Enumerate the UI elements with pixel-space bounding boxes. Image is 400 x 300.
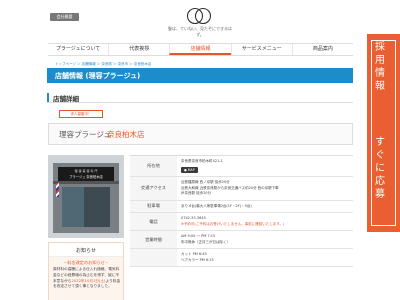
store-info-table: 所在地 奈良県奈良市柏木町421-1 ● MAP 交通アクセス 近鉄橿原線 西ノ… (130, 155, 353, 267)
address-text: 奈良県奈良市柏木町421-1 (181, 159, 223, 163)
nav-item-greeting[interactable]: 代表挨拶 (108, 44, 169, 55)
section-title: 店舗詳細 (53, 95, 79, 103)
table-row: カット PM 6:45 ヘアカラー PM 6:15 (130, 249, 353, 267)
hiring-badge[interactable]: 求人募集中！ (59, 110, 103, 118)
section-heading: 店舗詳細 (47, 93, 353, 103)
row-label-hours: 営業時間 (130, 231, 177, 248)
parking-text: あり 6台(最大八条駐車場2台(1F・2F)・5台) (181, 203, 252, 208)
row-value-lastorder: カット PM 6:45 ヘアカラー PM 6:15 (177, 249, 353, 266)
notice-box: お知らせ ・料金改定のお知らせ・ 原材料の高騰による仕入れ価格、電気料金などの経… (48, 242, 124, 300)
hours-line: 年中無休（正月三が日は除く） (181, 239, 230, 244)
store-sign-text: プラージュ 奈良柏木店 (69, 175, 103, 179)
nav-item-stores[interactable]: 店舗情報 (169, 44, 231, 55)
corporate-info-link[interactable]: 会社概要 (50, 13, 79, 21)
table-row: 駐車場 あり 6台(最大八条駐車場2台(1F・2F)・5台) (130, 200, 353, 213)
global-nav: プラージュについて 代表挨拶 店舗情報 サービスメニュー 商品案内 (48, 43, 353, 56)
table-row: 所在地 奈良県奈良市柏木町421-1 ● MAP (130, 156, 353, 177)
map-button-label: MAP (187, 167, 195, 172)
row-value-phone: 0742-33-3645 ※予約可(ご予約はお受けいたしません。事前に確認いたし… (177, 213, 353, 230)
awning (53, 181, 119, 184)
notice-title: ・料金改定のお知らせ・ (63, 260, 109, 265)
table-row: 営業時間 AM 9:00 ～ PM 7:15 年中無休（正月三が日は除く） (130, 231, 353, 249)
nav-item-about[interactable]: プラージュについて (48, 44, 108, 55)
shop-name-prefix: 理容プラージュ (59, 130, 111, 139)
store-photo: 理 容 美 容 専 門 プラージュ 奈良柏木店 (48, 155, 124, 238)
access-line: JR奈良駅 徒歩20分 (181, 191, 212, 195)
row-label-empty (130, 249, 177, 266)
row-label-address: 所在地 (130, 156, 177, 176)
row-label-parking: 駐車場 (130, 200, 177, 212)
notice-date: 2022年10月1日(土) (71, 278, 106, 283)
row-value-address: 奈良県奈良市柏木町421-1 ● MAP (177, 156, 353, 176)
notice-header: お知らせ (49, 243, 123, 257)
logo-tagline: 髪は、ていねい、見たぞにできるはず。 (168, 26, 232, 37)
store-window (62, 187, 84, 227)
section-accent-bar (47, 93, 49, 102)
brand-logo[interactable] (186, 6, 212, 26)
store-sign: 理 容 美 容 専 門 プラージュ 奈良柏木店 (58, 167, 114, 181)
table-row: 交通アクセス 近鉄橿原線 西ノ京駅 徒歩20分 近鉄大和線 近鉄奈良駅から奈良交… (130, 177, 353, 201)
store-sign-top: 理 容 美 容 専 門 (74, 169, 98, 173)
recruit-info-label[interactable]: 採用情報 (374, 41, 386, 93)
row-value-hours: AM 9:00 ～ PM 7:15 年中無休（正月三が日は除く） (177, 231, 353, 248)
barber-pole-icon (56, 183, 59, 197)
map-button[interactable]: ● MAP (181, 166, 198, 173)
notice-body: 原材料の高騰による仕入れ価格、電気料金などの経費増の為止むを得ず、誠に不本意なが… (53, 267, 121, 290)
row-value-access: 近鉄橿原線 西ノ京駅 徒歩20分 近鉄大和線 近鉄奈良駅から奈良交通バス約20分… (177, 177, 353, 200)
site-header: 会社概要 髪は、ていねい、見たぞにできるはず。 (0, 0, 400, 40)
shop-name-box: 理容プラージュ 奈良柏木店 (48, 123, 353, 145)
page-title: 店舗情報 (理容プラージュ) (55, 72, 141, 80)
table-row: 電話 0742-33-3645 ※予約可(ご予約はお受けいたしません。事前に確認… (130, 213, 353, 231)
notice-heading: お知らせ (76, 248, 96, 254)
nav-item-products[interactable]: 商品案内 (291, 44, 353, 55)
row-label-access: 交通アクセス (130, 177, 177, 200)
shop-name: 奈良柏木店 (107, 130, 145, 139)
phone-note: ※予約可(ご予約はお受けいたしません。事前に確認いたします。) (181, 221, 285, 226)
recruit-side-tab[interactable]: 採用情報 すぐに応募 (367, 34, 400, 232)
breadcrumb[interactable]: トップページ ＞ 店舗情報 ＞ 奈良県 ＞ 奈良市 ＞ 奈良柏木店 (55, 62, 151, 67)
lastorder-line: ヘアカラー PM 6:15 (181, 257, 214, 262)
nav-item-services[interactable]: サービスメニュー (230, 44, 292, 55)
row-label-phone: 電話 (130, 213, 177, 230)
page-title-band: 店舗情報 (理容プラージュ) (47, 68, 353, 83)
row-value-parking: あり 6台(最大八条駐車場2台(1F・2F)・5台) (177, 201, 353, 213)
apply-now-label[interactable]: すぐに応募 (374, 136, 386, 201)
